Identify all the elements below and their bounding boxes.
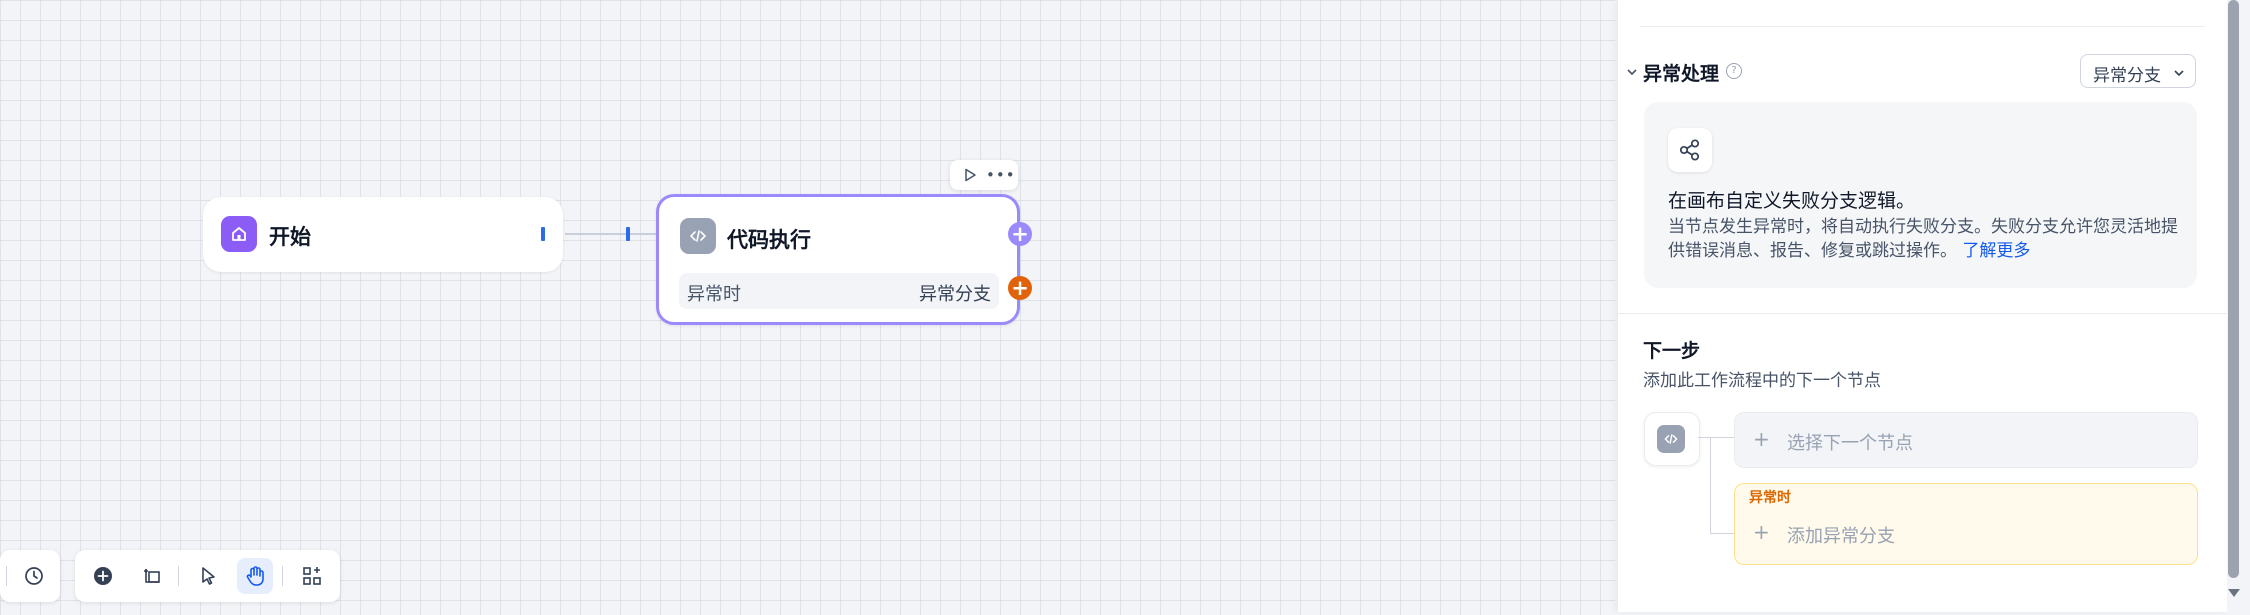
fail-branch-box[interactable]: 异常时 + 添加异常分支 (1734, 483, 2198, 565)
next-step-title: 下一步 (1643, 340, 1701, 362)
current-node-thumb (1644, 412, 1700, 466)
plus-icon: + (1753, 520, 1770, 544)
scrollbar-thumb[interactable] (2228, 0, 2239, 578)
fail-branch-label: 异常时 (1749, 490, 1791, 506)
code-node[interactable]: 代码执行 异常时 异常分支 (656, 194, 1020, 325)
info-title: 在画布自定义失败分支逻辑。 (1668, 190, 1916, 212)
exception-mode-value: 异常分支 (2093, 66, 2161, 86)
code-node-title: 代码执行 (727, 228, 811, 252)
node-toolbar: ••• (950, 160, 1018, 190)
code-target-handle[interactable] (626, 227, 630, 241)
fail-branch-info: 在画布自定义失败分支逻辑。 当节点发生异常时，将自动执行失败分支。失败分支允许您… (1644, 102, 2197, 288)
start-node[interactable]: 开始 (203, 197, 563, 272)
play-icon[interactable] (962, 167, 978, 187)
divider (178, 566, 179, 586)
exception-label: 异常时 (687, 284, 741, 305)
exception-row: 异常时 异常分支 (679, 273, 999, 309)
home-icon (221, 216, 257, 252)
learn-more-link[interactable]: 了解更多 (1962, 241, 2030, 261)
hand-icon[interactable] (237, 558, 273, 594)
divider (6, 566, 7, 586)
code-icon (1657, 425, 1685, 453)
add-next-node-handle[interactable]: + (1008, 222, 1032, 246)
edge-start-to-code (565, 233, 659, 235)
start-source-handle[interactable] (541, 227, 545, 241)
next-step-description: 添加此工作流程中的下一个节点 (1643, 371, 1881, 391)
exception-mode-select[interactable]: 异常分支 (2080, 54, 2196, 88)
divider (1640, 26, 2205, 27)
add-node-icon[interactable] (85, 558, 121, 594)
branch-connector (1698, 437, 1734, 438)
select-next-node-label: 选择下一个节点 (1787, 433, 1913, 454)
canvas-toolbar (75, 550, 340, 602)
pointer-icon[interactable] (190, 558, 226, 594)
code-icon (680, 218, 716, 254)
organize-icon[interactable] (294, 558, 330, 594)
history-icon[interactable] (16, 558, 52, 594)
scroll-down-arrow-icon[interactable] (2228, 589, 2240, 597)
help-icon[interactable]: ? (1726, 63, 1742, 79)
branch-connector (1710, 533, 1734, 534)
divider (1618, 313, 2228, 314)
chevron-down-icon[interactable] (1626, 66, 1638, 78)
exception-value: 异常分支 (919, 284, 991, 305)
select-next-node-button[interactable]: + 选择下一个节点 (1734, 412, 2198, 468)
history-toolbar (0, 550, 60, 602)
more-icon[interactable]: ••• (986, 166, 1016, 184)
add-fail-branch-label: 添加异常分支 (1787, 526, 1895, 547)
divider (282, 566, 283, 586)
exception-section-title: 异常处理 (1643, 63, 1720, 85)
start-node-title: 开始 (269, 225, 311, 249)
add-fail-branch-handle[interactable]: + (1008, 276, 1032, 300)
info-description: 当节点发生异常时，将自动执行失败分支。失败分支允许您灵活地提供错误消息、报告、修… (1668, 215, 2188, 263)
chevron-down-icon (2174, 70, 2184, 77)
info-desc-text: 当节点发生异常时，将自动执行失败分支。失败分支允许您灵活地提供错误消息、报告、修… (1668, 217, 2178, 261)
plus-icon: + (1753, 427, 1770, 451)
share-branch-icon (1668, 128, 1712, 172)
add-note-icon[interactable] (134, 558, 170, 594)
branch-connector (1710, 437, 1711, 534)
workflow-canvas[interactable]: 开始 ••• 代码执行 异常时 异常分支 + + (0, 0, 1615, 615)
node-settings-panel: 异常处理 ? 异常分支 在画布自定义失败分支逻辑。 当节点发生异常时，将自动执行… (1617, 0, 2228, 612)
